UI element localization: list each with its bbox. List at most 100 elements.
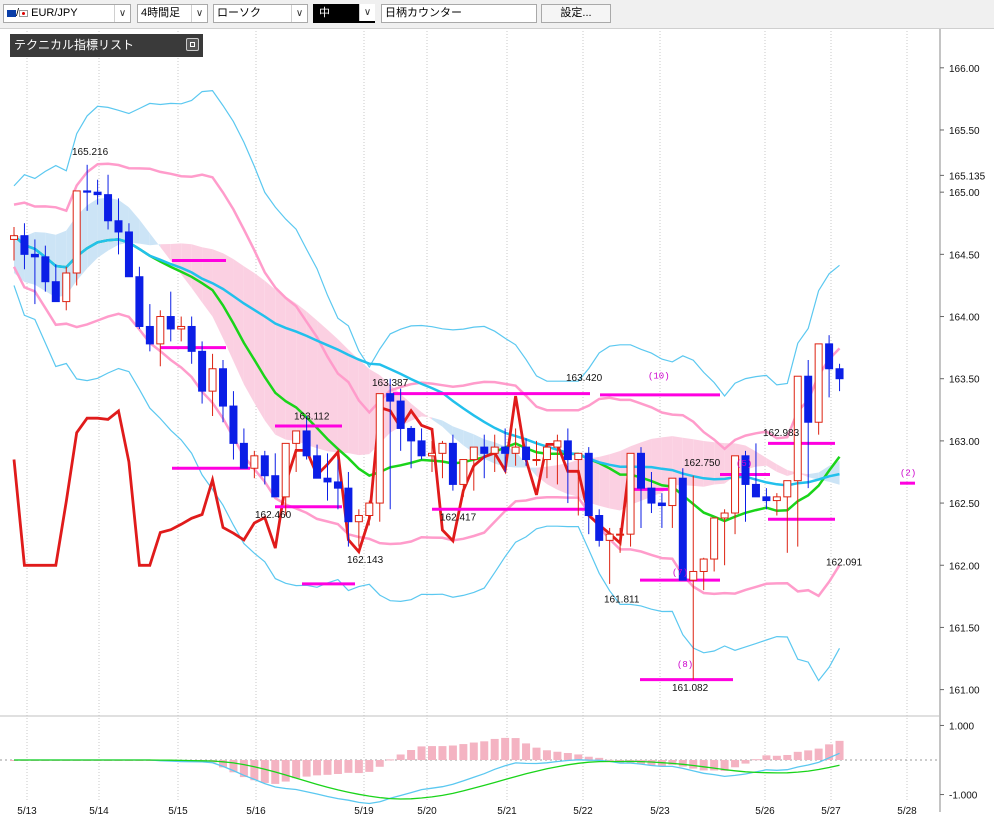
chart-style-label: ローソク bbox=[217, 7, 261, 19]
candle-body bbox=[292, 430, 301, 444]
histogram-bar bbox=[814, 748, 823, 760]
histogram-bar bbox=[501, 737, 510, 760]
japan-flag-icon bbox=[19, 9, 29, 17]
histogram-bar bbox=[438, 746, 447, 760]
price-tick-label: 164.00 bbox=[949, 313, 980, 324]
price-tick-label: 163.00 bbox=[949, 437, 980, 448]
cloud-segment bbox=[275, 289, 286, 440]
candle-body bbox=[145, 325, 154, 345]
price-annotation-label: 162.460 bbox=[255, 510, 292, 521]
candle-body bbox=[93, 191, 102, 196]
cloud-segment bbox=[432, 417, 443, 427]
counter-count-label: (5) bbox=[736, 459, 752, 469]
candle-body bbox=[323, 477, 332, 483]
date-tick-label: 5/28 bbox=[897, 806, 917, 817]
oscillator-tick-label: -1.000 bbox=[949, 791, 978, 802]
date-tick-label: 5/14 bbox=[89, 806, 109, 817]
histogram-bar bbox=[783, 754, 792, 760]
oscillator-tick-label: 1.000 bbox=[949, 721, 974, 732]
cloud-segment bbox=[160, 243, 171, 261]
price-axis: 166.00 165.50 165.135 165.00 164.50 164.00 163… bbox=[939, 28, 986, 812]
histogram-bar bbox=[678, 760, 687, 767]
chevron-down-icon: ∨ bbox=[359, 4, 375, 21]
counter-count-label: (7) bbox=[672, 568, 688, 578]
price-annotation-label: 162.750 bbox=[684, 458, 721, 469]
candle-body bbox=[814, 343, 823, 423]
size-select[interactable]: 中 ∨ bbox=[313, 4, 375, 23]
timeframe-select[interactable]: 4時間足 ∨ bbox=[137, 4, 208, 23]
price-annotation-label: 165.216 bbox=[72, 147, 109, 158]
chevron-down-icon: ∨ bbox=[114, 5, 130, 22]
currency-pair-select[interactable]: / EUR/JPY ∨ bbox=[3, 4, 131, 23]
date-tick-label: 5/20 bbox=[417, 806, 437, 817]
candle-body bbox=[41, 256, 50, 283]
candle-body bbox=[333, 481, 342, 489]
candle-body bbox=[689, 570, 698, 581]
counter-count-label: (10) bbox=[648, 372, 670, 382]
histogram-bar bbox=[292, 760, 301, 779]
cloud-segment bbox=[337, 339, 349, 454]
candle-body bbox=[417, 440, 426, 457]
candle-body bbox=[804, 375, 813, 423]
price-tick-label: 162.50 bbox=[949, 499, 980, 510]
candle-body bbox=[156, 316, 165, 345]
candle-body bbox=[783, 480, 792, 498]
price-annotation-label: 163.112 bbox=[294, 412, 330, 423]
date-tick-label: 5/19 bbox=[354, 806, 374, 817]
histogram-bar bbox=[313, 760, 322, 776]
candle-body bbox=[260, 455, 269, 477]
candle-body bbox=[375, 393, 384, 504]
candle-body bbox=[83, 190, 92, 193]
candle-body bbox=[710, 517, 719, 560]
cloud-segment bbox=[776, 464, 788, 476]
candle-body bbox=[72, 190, 81, 274]
cloud-segment bbox=[254, 272, 265, 421]
chart-style-select[interactable]: ローソク ∨ bbox=[213, 4, 308, 23]
price-annotation-label: 162.983 bbox=[763, 428, 800, 439]
chart-canvas: 165.216 163.112 162.460 162.143 163.387 162.4… bbox=[0, 28, 986, 817]
candle-body bbox=[501, 446, 510, 454]
counter-field[interactable]: 日柄カウンター bbox=[381, 4, 537, 23]
price-tick-label: 166.00 bbox=[949, 64, 980, 75]
cloud-segment bbox=[87, 198, 98, 269]
candle-body bbox=[563, 440, 572, 461]
histogram-bar bbox=[689, 760, 698, 769]
cloud-segment bbox=[296, 303, 307, 445]
histogram-bar bbox=[333, 760, 342, 774]
cloud-segment bbox=[442, 420, 453, 437]
histogram-bar bbox=[772, 755, 781, 760]
settings-button[interactable]: 設定... bbox=[541, 4, 611, 23]
price-annotation-label: 163.420 bbox=[566, 373, 603, 384]
candle-body bbox=[668, 477, 677, 507]
cloud-segment bbox=[567, 459, 579, 497]
candle-body bbox=[354, 515, 363, 523]
date-axis: 5/13 5/14 5/15 5/16 5/19 5/20 5/21 5/22 5/23 5/26… bbox=[17, 806, 917, 817]
candle-body bbox=[51, 281, 60, 303]
timeframe-label: 4時間足 bbox=[141, 7, 181, 19]
candle-body bbox=[166, 316, 175, 330]
cloud-segment bbox=[348, 349, 359, 456]
histogram-bar bbox=[522, 743, 531, 760]
price-tick-label: 164.50 bbox=[949, 250, 980, 261]
counter-count-label: (2) bbox=[900, 469, 916, 479]
price-tick-label: 161.00 bbox=[949, 686, 980, 697]
histogram-bar bbox=[407, 750, 416, 760]
candle-body bbox=[532, 459, 541, 462]
histogram-bar bbox=[375, 760, 384, 767]
cloud-segment bbox=[546, 465, 558, 490]
histogram-bar bbox=[532, 747, 541, 760]
tech-indicator-list-panel[interactable]: テクニカル指標リスト bbox=[10, 34, 203, 57]
restore-icon[interactable] bbox=[186, 38, 199, 51]
currency-pair-label: EUR/JPY bbox=[31, 7, 78, 19]
cloud-segment bbox=[264, 280, 276, 435]
candle-body bbox=[616, 533, 625, 536]
price-annotation-label: 161.811 bbox=[604, 595, 640, 606]
candle-body bbox=[344, 487, 353, 523]
candle-body bbox=[124, 231, 133, 278]
histogram-bar bbox=[396, 754, 405, 760]
candle-body bbox=[490, 446, 499, 454]
candle-body bbox=[20, 235, 29, 255]
price-tick-label: 161.50 bbox=[949, 623, 980, 634]
candle-body bbox=[365, 502, 374, 517]
cloud-segment bbox=[609, 451, 621, 511]
